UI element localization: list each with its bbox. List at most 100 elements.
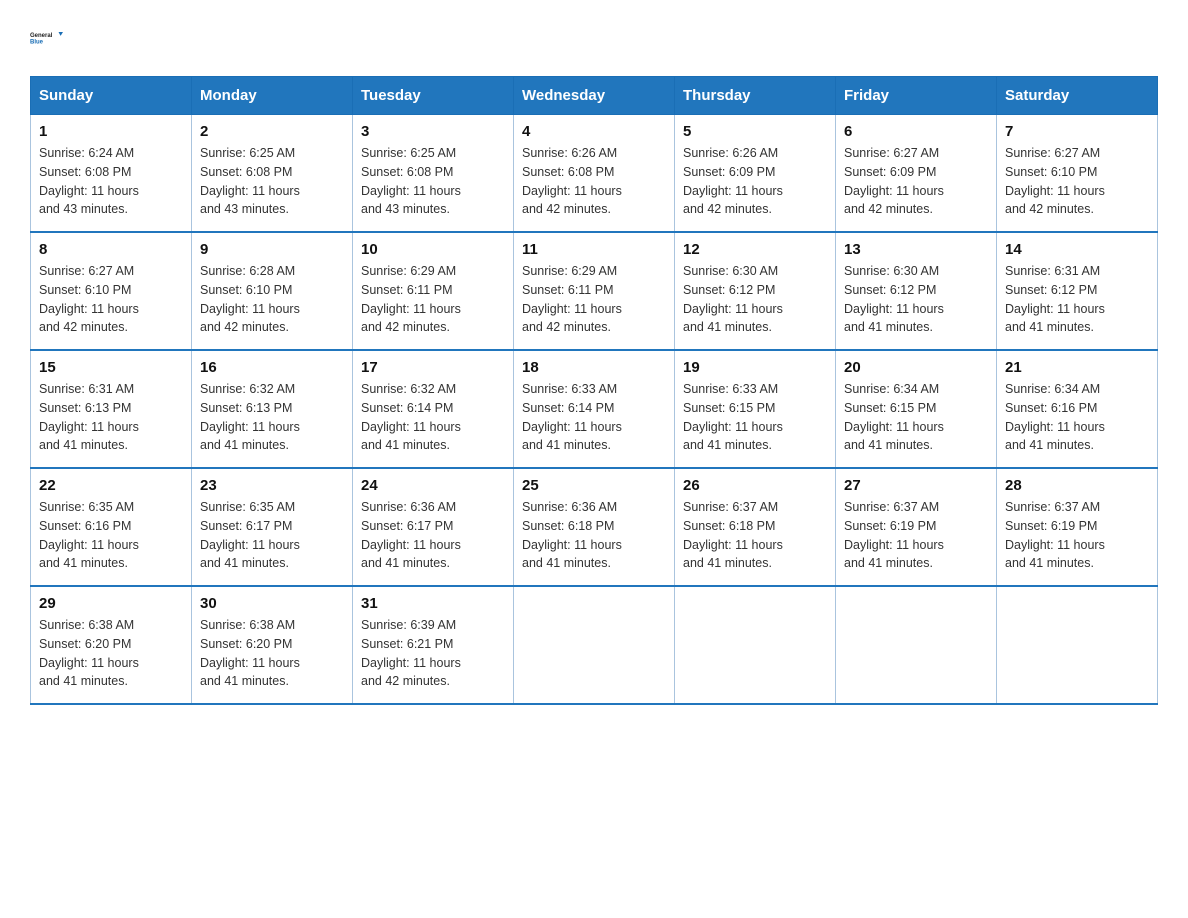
day-info: Sunrise: 6:30 AMSunset: 6:12 PMDaylight:… <box>683 262 827 337</box>
calendar-week-row: 15 Sunrise: 6:31 AMSunset: 6:13 PMDayligh… <box>31 350 1158 468</box>
day-info: Sunrise: 6:25 AMSunset: 6:08 PMDaylight:… <box>200 144 344 219</box>
day-info: Sunrise: 6:35 AMSunset: 6:16 PMDaylight:… <box>39 498 183 573</box>
calendar-cell: 16 Sunrise: 6:32 AMSunset: 6:13 PMDayligh… <box>192 350 353 468</box>
day-number: 1 <box>39 123 183 140</box>
day-info: Sunrise: 6:26 AMSunset: 6:08 PMDaylight:… <box>522 144 666 219</box>
day-number: 13 <box>844 241 988 258</box>
calendar-week-row: 22 Sunrise: 6:35 AMSunset: 6:16 PMDayligh… <box>31 468 1158 586</box>
day-info: Sunrise: 6:34 AMSunset: 6:16 PMDaylight:… <box>1005 380 1149 455</box>
calendar-cell <box>514 586 675 704</box>
day-number: 28 <box>1005 477 1149 494</box>
day-number: 27 <box>844 477 988 494</box>
calendar-cell: 4 Sunrise: 6:26 AMSunset: 6:08 PMDaylight… <box>514 115 675 233</box>
day-info: Sunrise: 6:35 AMSunset: 6:17 PMDaylight:… <box>200 498 344 573</box>
day-number: 19 <box>683 359 827 376</box>
calendar-table: SundayMondayTuesdayWednesdayThursdayFrid… <box>30 76 1158 705</box>
svg-text:General: General <box>30 33 53 39</box>
day-info: Sunrise: 6:31 AMSunset: 6:13 PMDaylight:… <box>39 380 183 455</box>
calendar-cell: 9 Sunrise: 6:28 AMSunset: 6:10 PMDaylight… <box>192 232 353 350</box>
day-of-week-wednesday: Wednesday <box>514 77 675 115</box>
calendar-cell: 29 Sunrise: 6:38 AMSunset: 6:20 PMDayligh… <box>31 586 192 704</box>
day-number: 18 <box>522 359 666 376</box>
calendar-week-row: 1 Sunrise: 6:24 AMSunset: 6:08 PMDaylight… <box>31 115 1158 233</box>
calendar-cell: 24 Sunrise: 6:36 AMSunset: 6:17 PMDayligh… <box>353 468 514 586</box>
day-of-week-saturday: Saturday <box>997 77 1158 115</box>
day-info: Sunrise: 6:27 AMSunset: 6:09 PMDaylight:… <box>844 144 988 219</box>
day-number: 8 <box>39 241 183 258</box>
calendar-cell: 7 Sunrise: 6:27 AMSunset: 6:10 PMDaylight… <box>997 115 1158 233</box>
day-number: 16 <box>200 359 344 376</box>
calendar-header-row: SundayMondayTuesdayWednesdayThursdayFrid… <box>31 77 1158 115</box>
day-info: Sunrise: 6:27 AMSunset: 6:10 PMDaylight:… <box>1005 144 1149 219</box>
day-info: Sunrise: 6:24 AMSunset: 6:08 PMDaylight:… <box>39 144 183 219</box>
calendar-cell: 20 Sunrise: 6:34 AMSunset: 6:15 PMDayligh… <box>836 350 997 468</box>
day-info: Sunrise: 6:28 AMSunset: 6:10 PMDaylight:… <box>200 262 344 337</box>
day-info: Sunrise: 6:29 AMSunset: 6:11 PMDaylight:… <box>522 262 666 337</box>
day-of-week-sunday: Sunday <box>31 77 192 115</box>
day-info: Sunrise: 6:36 AMSunset: 6:18 PMDaylight:… <box>522 498 666 573</box>
calendar-week-row: 8 Sunrise: 6:27 AMSunset: 6:10 PMDaylight… <box>31 232 1158 350</box>
day-number: 26 <box>683 477 827 494</box>
logo: GeneralBlue <box>30 20 66 56</box>
day-number: 20 <box>844 359 988 376</box>
day-number: 15 <box>39 359 183 376</box>
day-number: 24 <box>361 477 505 494</box>
calendar-cell: 30Sunrise: 6:38 AMSunset: 6:20 PMDayligh… <box>192 586 353 704</box>
day-number: 11 <box>522 241 666 258</box>
calendar-cell: 17Sunrise: 6:32 AMSunset: 6:14 PMDayligh… <box>353 350 514 468</box>
calendar-cell <box>675 586 836 704</box>
calendar-cell: 1 Sunrise: 6:24 AMSunset: 6:08 PMDaylight… <box>31 115 192 233</box>
calendar-cell: 10 Sunrise: 6:29 AMSunset: 6:11 PMDayligh… <box>353 232 514 350</box>
day-info: Sunrise: 6:37 AMSunset: 6:18 PMDaylight:… <box>683 498 827 573</box>
day-of-week-monday: Monday <box>192 77 353 115</box>
day-number: 3 <box>361 123 505 140</box>
calendar-cell: 6 Sunrise: 6:27 AMSunset: 6:09 PMDaylight… <box>836 115 997 233</box>
day-number: 14 <box>1005 241 1149 258</box>
day-info: Sunrise: 6:27 AMSunset: 6:10 PMDaylight:… <box>39 262 183 337</box>
day-info: Sunrise: 6:34 AMSunset: 6:15 PMDaylight:… <box>844 380 988 455</box>
day-info: Sunrise: 6:33 AMSunset: 6:15 PMDaylight:… <box>683 380 827 455</box>
calendar-cell: 23 Sunrise: 6:35 AMSunset: 6:17 PMDayligh… <box>192 468 353 586</box>
calendar-cell: 26 Sunrise: 6:37 AMSunset: 6:18 PMDayligh… <box>675 468 836 586</box>
day-info: Sunrise: 6:29 AMSunset: 6:11 PMDaylight:… <box>361 262 505 337</box>
day-number: 2 <box>200 123 344 140</box>
calendar-cell: 15 Sunrise: 6:31 AMSunset: 6:13 PMDayligh… <box>31 350 192 468</box>
day-number: 21 <box>1005 359 1149 376</box>
day-info: Sunrise: 6:36 AMSunset: 6:17 PMDaylight:… <box>361 498 505 573</box>
day-number: 30 <box>200 595 344 612</box>
day-of-week-friday: Friday <box>836 77 997 115</box>
day-number: 10 <box>361 241 505 258</box>
day-info: Sunrise: 6:33 AMSunset: 6:14 PMDaylight:… <box>522 380 666 455</box>
day-number: 4 <box>522 123 666 140</box>
calendar-cell: 22 Sunrise: 6:35 AMSunset: 6:16 PMDayligh… <box>31 468 192 586</box>
calendar-cell: 2 Sunrise: 6:25 AMSunset: 6:08 PMDaylight… <box>192 115 353 233</box>
calendar-cell: 12Sunrise: 6:30 AMSunset: 6:12 PMDayligh… <box>675 232 836 350</box>
svg-text:Blue: Blue <box>30 40 44 46</box>
day-number: 6 <box>844 123 988 140</box>
calendar-cell: 19 Sunrise: 6:33 AMSunset: 6:15 PMDayligh… <box>675 350 836 468</box>
calendar-cell: 25Sunrise: 6:36 AMSunset: 6:18 PMDayligh… <box>514 468 675 586</box>
logo-icon: GeneralBlue <box>30 20 66 56</box>
calendar-cell: 31Sunrise: 6:39 AMSunset: 6:21 PMDayligh… <box>353 586 514 704</box>
day-number: 23 <box>200 477 344 494</box>
day-info: Sunrise: 6:37 AMSunset: 6:19 PMDaylight:… <box>844 498 988 573</box>
calendar-cell: 27 Sunrise: 6:37 AMSunset: 6:19 PMDayligh… <box>836 468 997 586</box>
calendar-cell: 3Sunrise: 6:25 AMSunset: 6:08 PMDaylight… <box>353 115 514 233</box>
day-of-week-tuesday: Tuesday <box>353 77 514 115</box>
day-info: Sunrise: 6:30 AMSunset: 6:12 PMDaylight:… <box>844 262 988 337</box>
day-info: Sunrise: 6:38 AMSunset: 6:20 PMDaylight:… <box>39 616 183 691</box>
calendar-cell: 13 Sunrise: 6:30 AMSunset: 6:12 PMDayligh… <box>836 232 997 350</box>
calendar-cell: 18 Sunrise: 6:33 AMSunset: 6:14 PMDayligh… <box>514 350 675 468</box>
calendar-week-row: 29 Sunrise: 6:38 AMSunset: 6:20 PMDayligh… <box>31 586 1158 704</box>
calendar-cell: 21 Sunrise: 6:34 AMSunset: 6:16 PMDayligh… <box>997 350 1158 468</box>
day-number: 7 <box>1005 123 1149 140</box>
day-number: 29 <box>39 595 183 612</box>
page-header: GeneralBlue <box>30 20 1158 56</box>
day-number: 17 <box>361 359 505 376</box>
calendar-cell: 11 Sunrise: 6:29 AMSunset: 6:11 PMDayligh… <box>514 232 675 350</box>
day-number: 22 <box>39 477 183 494</box>
calendar-cell <box>836 586 997 704</box>
day-info: Sunrise: 6:26 AMSunset: 6:09 PMDaylight:… <box>683 144 827 219</box>
day-number: 9 <box>200 241 344 258</box>
day-info: Sunrise: 6:32 AMSunset: 6:13 PMDaylight:… <box>200 380 344 455</box>
